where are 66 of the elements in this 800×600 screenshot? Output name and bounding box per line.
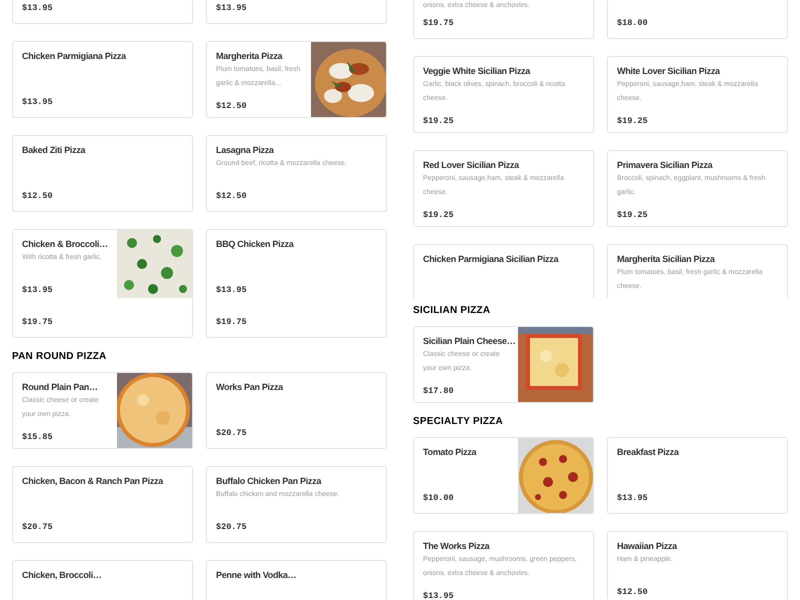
item-price: $19.25 — [423, 115, 454, 126]
section-heading: SICILIAN PIZZA — [413, 304, 492, 318]
item-price: $10.00 — [423, 492, 454, 503]
item-price: $13.95 — [216, 2, 247, 13]
item-title: White Lover Sicilian Pizza — [617, 65, 720, 78]
item-price: $12.50 — [22, 190, 53, 201]
menu-card[interactable]: $13.95 — [12, 0, 193, 24]
item-title: Tomato Pizza — [423, 446, 476, 459]
item-price: $12.50 — [216, 100, 247, 111]
item-price: $20.75 — [216, 427, 247, 438]
item-price: $17.80 — [423, 385, 454, 396]
item-title: Sicilian Plain Cheese… — [423, 335, 516, 348]
item-price: $13.95 — [22, 284, 53, 295]
item-price: $19.75 — [423, 17, 454, 28]
item-title: Margherita Pizza — [216, 50, 282, 63]
menu-card[interactable]: Works Pan Pizza $20.75 — [206, 372, 387, 449]
item-price: $20.75 — [216, 521, 247, 532]
item-price: $19.25 — [617, 209, 648, 220]
menu-card[interactable]: $19.75 — [206, 298, 387, 338]
item-title: Breakfast Pizza — [617, 446, 679, 459]
menu-card[interactable]: Penne with Vodka… — [206, 560, 387, 600]
menu-card[interactable]: Chicken Parmigiana Sicilian Pizza — [413, 244, 594, 298]
item-price: $13.95 — [22, 96, 53, 107]
menu-card[interactable]: $18.00 — [607, 0, 788, 39]
menu-card[interactable]: Chicken, Bacon & Ranch Pan Pizza $20.75 — [12, 466, 193, 543]
item-price: $20.75 — [22, 521, 53, 532]
item-title: Chicken & Broccoli… — [22, 238, 108, 251]
section-heading: PAN ROUND PIZZA — [12, 350, 108, 364]
menu-card[interactable]: BBQ Chicken Pizza $13.95 — [206, 229, 387, 298]
item-title: Hawaiian Pizza — [617, 540, 677, 553]
item-title: Chicken, Bacon & Ranch Pan Pizza — [22, 475, 163, 488]
item-title: Buffalo Chicken Pan Pizza — [216, 475, 322, 488]
item-title: BBQ Chicken Pizza — [216, 238, 294, 251]
item-title: Lasagna Pizza — [216, 144, 274, 157]
menu-card[interactable]: Chicken, Broccoli… — [12, 560, 193, 600]
item-price: $12.50 — [216, 190, 247, 201]
item-price: $13.95 — [22, 2, 53, 13]
item-title: Margherita Sicilian Pizza — [617, 253, 715, 266]
menu-card[interactable]: Baked Ziti Pizza $12.50 — [12, 135, 193, 212]
item-title: Chicken Parmigiana Pizza — [22, 50, 126, 63]
item-price: $19.75 — [216, 316, 247, 327]
item-price: $13.95 — [423, 590, 454, 599]
item-price: $19.75 — [22, 316, 53, 327]
item-price: $12.50 — [617, 586, 648, 597]
menu-card[interactable]: Breakfast Pizza $13.95 — [607, 437, 788, 514]
menu-card[interactable]: Chicken Parmigiana Pizza $13.95 — [12, 41, 193, 118]
item-price: $13.95 — [617, 492, 648, 503]
item-price: $13.95 — [216, 284, 247, 295]
item-title: Works Pan Pizza — [216, 381, 283, 394]
item-title: Penne with Vodka… — [216, 569, 296, 582]
item-title: Baked Ziti Pizza — [22, 144, 86, 157]
item-title: Chicken Parmigiana Sicilian Pizza — [423, 253, 558, 266]
item-title: Chicken, Broccoli… — [22, 569, 102, 582]
menu-card[interactable]: $13.95 — [206, 0, 387, 24]
item-price: $15.85 — [22, 431, 53, 442]
item-title: The Works Pizza — [423, 540, 490, 553]
section-heading: SPECIALTY PIZZA — [413, 415, 504, 429]
item-title: Veggie White Sicilian Pizza — [423, 65, 530, 78]
item-price: $19.25 — [617, 115, 648, 126]
item-title: Round Plain Pan… — [22, 381, 98, 394]
item-title: Red Lover Sicilian Pizza — [423, 159, 519, 172]
item-price: $19.25 — [423, 209, 454, 220]
item-price: $18.00 — [617, 17, 648, 28]
item-title: Primavera Sicilian Pizza — [617, 159, 712, 172]
menu-card[interactable]: Tomato Pizza $10.00 — [413, 437, 594, 514]
menu-card[interactable]: $19.75 — [12, 298, 193, 338]
